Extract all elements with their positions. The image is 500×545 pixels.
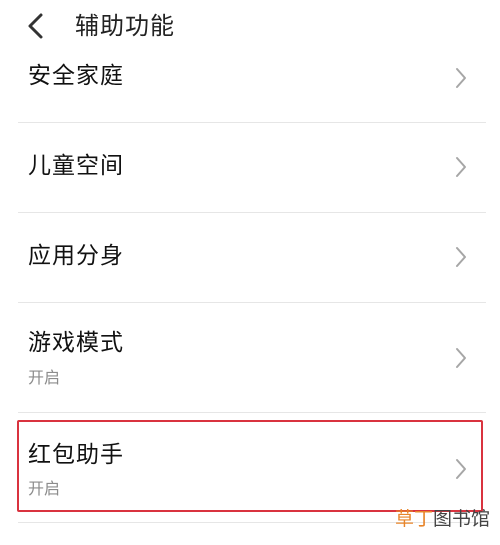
settings-item-kids-space[interactable]: 儿童空间 xyxy=(18,123,486,211)
settings-item-status: 开启 xyxy=(28,368,61,387)
settings-item-title: 安全家庭 xyxy=(28,63,124,89)
settings-item-game-mode[interactable]: 游戏模式 开启 xyxy=(18,303,486,411)
chevron-right-icon xyxy=(456,247,466,267)
watermark-part-2: 图书馆 xyxy=(432,508,490,530)
chevron-right-icon xyxy=(456,68,466,88)
settings-item-title: 儿童空间 xyxy=(28,153,124,179)
settings-item-title: 游戏模式 xyxy=(28,330,124,356)
divider xyxy=(18,412,486,413)
settings-item-title: 应用分身 xyxy=(28,243,124,269)
chevron-right-icon xyxy=(456,348,466,368)
highlight-outline xyxy=(17,420,483,512)
settings-item-safe-family[interactable]: 安全家庭 xyxy=(18,55,486,121)
chevron-right-icon xyxy=(456,157,466,177)
settings-item-app-clone[interactable]: 应用分身 xyxy=(18,213,486,301)
watermark-part-1: 草丁 xyxy=(394,508,433,530)
watermark: 草丁图书馆 xyxy=(395,507,490,531)
settings-list: 安全家庭 儿童空间 应用分身 游戏模式 开启 红包助手 开启 xyxy=(0,0,500,545)
